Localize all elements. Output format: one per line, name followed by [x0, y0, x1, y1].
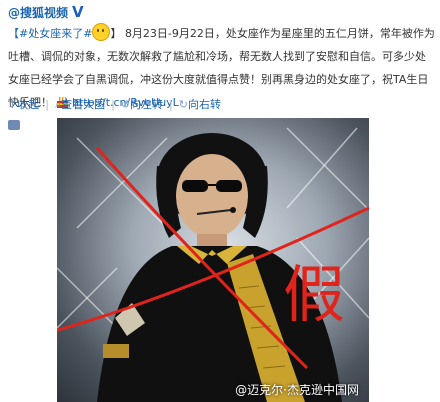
- post-image[interactable]: 假 @迈克尔·杰克逊中国网: [57, 118, 369, 402]
- image-toolbar: ↑收起 | ⌕查看大图 | ↺向左转 | ↻向右转: [8, 96, 221, 112]
- photo-illustration: 假: [57, 127, 369, 402]
- rotate-right-icon: ↻: [178, 98, 188, 111]
- collapse-icon: ↑: [8, 98, 18, 111]
- divider: |: [111, 97, 115, 111]
- rotate-left-button[interactable]: ↺向左转: [121, 96, 163, 112]
- rotate-left-icon: ↺: [120, 98, 131, 111]
- smiley-emoji-icon: [92, 23, 111, 41]
- account-name[interactable]: @搜狐视频: [8, 4, 68, 21]
- bracket-text: 】: [110, 27, 122, 40]
- post-header: @搜狐视频 V: [8, 3, 85, 21]
- rotate-right-button[interactable]: ↻向右转: [179, 96, 221, 112]
- divider: |: [169, 97, 173, 111]
- watermark: @迈克尔·杰克逊中国网: [235, 383, 359, 397]
- divider: |: [45, 97, 49, 111]
- annotation-text: 假: [283, 258, 345, 331]
- verified-badge-icon: V: [72, 3, 84, 21]
- hashtag-link[interactable]: 【#处女座来了#: [8, 27, 92, 40]
- view-large-button[interactable]: ⌕查看大图: [55, 96, 105, 112]
- video-icon[interactable]: [8, 120, 20, 130]
- collapse-button[interactable]: ↑收起: [8, 96, 39, 112]
